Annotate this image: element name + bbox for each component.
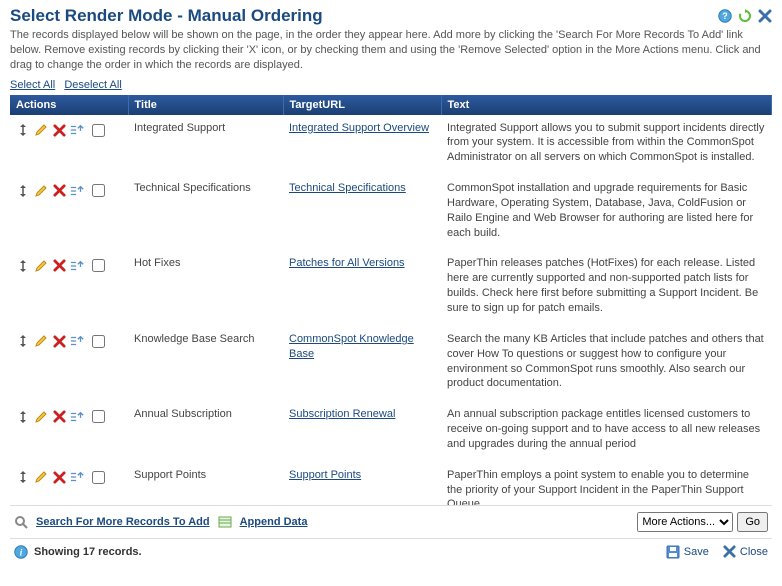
table-row: Technical Specifications Technical Specif… bbox=[10, 175, 772, 250]
row-title: Technical Specifications bbox=[128, 175, 283, 250]
table-row: Support Points Support Points PaperThin em… bbox=[10, 462, 772, 505]
edit-icon[interactable] bbox=[34, 123, 48, 137]
drag-handle-icon[interactable] bbox=[16, 259, 30, 273]
delete-icon[interactable] bbox=[52, 334, 66, 348]
delete-icon[interactable] bbox=[52, 259, 66, 273]
row-title: Integrated Support bbox=[128, 115, 283, 176]
row-text: PaperThin employs a point system to enab… bbox=[441, 462, 772, 505]
drag-handle-icon[interactable] bbox=[16, 470, 30, 484]
deselect-all-link[interactable]: Deselect All bbox=[64, 79, 121, 91]
row-title: Hot Fixes bbox=[128, 250, 283, 325]
reorder-icon[interactable] bbox=[70, 334, 84, 348]
page-description: The records displayed below will be show… bbox=[10, 28, 772, 73]
append-icon[interactable] bbox=[218, 515, 232, 529]
append-data-link[interactable]: Append Data bbox=[240, 516, 308, 528]
status-text: Showing 17 records. bbox=[34, 546, 142, 558]
reorder-icon[interactable] bbox=[70, 410, 84, 424]
row-text: Integrated Support allows you to submit … bbox=[441, 115, 772, 176]
save-button[interactable]: Save bbox=[666, 545, 709, 559]
reorder-icon[interactable] bbox=[70, 184, 84, 198]
row-checkbox[interactable] bbox=[92, 184, 105, 197]
row-checkbox[interactable] bbox=[92, 124, 105, 137]
edit-icon[interactable] bbox=[34, 410, 48, 424]
search-more-link[interactable]: Search For More Records To Add bbox=[36, 516, 210, 528]
row-url-link[interactable]: Subscription Renewal bbox=[289, 408, 395, 420]
go-button[interactable]: Go bbox=[737, 512, 768, 532]
records-table: Actions Title TargetURL Text bbox=[10, 95, 772, 115]
more-actions-select[interactable]: More Actions... bbox=[637, 512, 733, 532]
col-title: Title bbox=[128, 95, 283, 115]
help-icon[interactable]: ? bbox=[718, 9, 732, 23]
delete-icon[interactable] bbox=[52, 470, 66, 484]
col-actions: Actions bbox=[10, 95, 128, 115]
drag-handle-icon[interactable] bbox=[16, 410, 30, 424]
delete-icon[interactable] bbox=[52, 123, 66, 137]
delete-icon[interactable] bbox=[52, 410, 66, 424]
reorder-icon[interactable] bbox=[70, 259, 84, 273]
row-checkbox[interactable] bbox=[92, 259, 105, 272]
svg-text:?: ? bbox=[722, 11, 728, 21]
table-row: Annual Subscription Subscription Renewal A… bbox=[10, 401, 772, 462]
drag-handle-icon[interactable] bbox=[16, 184, 30, 198]
table-row: Hot Fixes Patches for All Versions PaperTh… bbox=[10, 250, 772, 325]
refresh-icon[interactable] bbox=[738, 9, 752, 23]
page-title: Select Render Mode - Manual Ordering bbox=[10, 6, 718, 26]
table-row: Integrated Support Integrated Support Ove… bbox=[10, 115, 772, 176]
table-row: Knowledge Base SearchCommonSpot Knowledg… bbox=[10, 326, 772, 401]
select-all-link[interactable]: Select All bbox=[10, 79, 55, 91]
row-text: Search the many KB Articles that include… bbox=[441, 326, 772, 401]
col-url: TargetURL bbox=[283, 95, 441, 115]
edit-icon[interactable] bbox=[34, 470, 48, 484]
delete-icon[interactable] bbox=[52, 184, 66, 198]
search-icon[interactable] bbox=[14, 515, 28, 529]
row-text: PaperThin releases patches (HotFixes) fo… bbox=[441, 250, 772, 325]
row-url-link[interactable]: Support Points bbox=[289, 469, 361, 481]
col-text: Text bbox=[441, 95, 772, 115]
row-title: Annual Subscription bbox=[128, 401, 283, 462]
row-text: An annual subscription package entitles … bbox=[441, 401, 772, 462]
drag-handle-icon[interactable] bbox=[16, 123, 30, 137]
close-icon[interactable] bbox=[758, 9, 772, 23]
row-checkbox[interactable] bbox=[92, 410, 105, 423]
edit-icon[interactable] bbox=[34, 259, 48, 273]
edit-icon[interactable] bbox=[34, 334, 48, 348]
row-checkbox[interactable] bbox=[92, 471, 105, 484]
row-url-link[interactable]: CommonSpot Knowledge Base bbox=[289, 333, 414, 360]
edit-icon[interactable] bbox=[34, 184, 48, 198]
row-checkbox[interactable] bbox=[92, 335, 105, 348]
row-title: Knowledge Base Search bbox=[128, 326, 283, 401]
info-icon: i bbox=[14, 545, 28, 559]
row-title: Support Points bbox=[128, 462, 283, 505]
drag-handle-icon[interactable] bbox=[16, 334, 30, 348]
save-label: Save bbox=[684, 546, 709, 558]
row-text: CommonSpot installation and upgrade requ… bbox=[441, 175, 772, 250]
row-url-link[interactable]: Technical Specifications bbox=[289, 182, 406, 194]
reorder-icon[interactable] bbox=[70, 470, 84, 484]
close-label: Close bbox=[740, 546, 768, 558]
row-url-link[interactable]: Integrated Support Overview bbox=[289, 122, 429, 134]
close-button[interactable]: Close bbox=[723, 545, 768, 558]
row-url-link[interactable]: Patches for All Versions bbox=[289, 257, 405, 269]
reorder-icon[interactable] bbox=[70, 123, 84, 137]
